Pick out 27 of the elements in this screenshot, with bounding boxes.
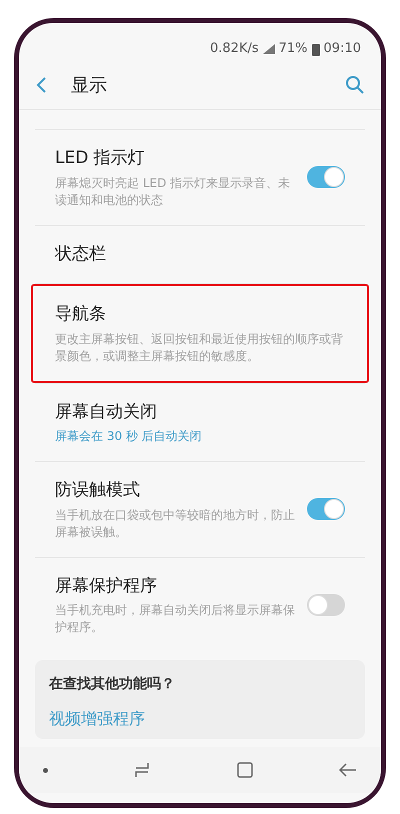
home-icon[interactable] [236,762,253,778]
setting-description: 屏幕会在 30 秒 后自动关闭 [55,428,203,445]
setting-description: 当手机放在口袋或包中等较暗的地方时，防止屏幕被误触。 [55,506,295,540]
suggestion-title: 在查找其他功能吗？ [49,675,176,694]
setting-title[interactable]: 防误触模式 [55,478,295,504]
toggle-switch[interactable] [307,594,345,616]
setting-description: 更改主屏幕按钮、返回按钮和最近使用按钮的顺序或背景颜色，或调整主屏幕按钮的敏感度。 [55,330,344,364]
setting-title[interactable]: 导航条 [55,302,345,328]
clock: 09:10 [324,40,361,58]
toggle-switch[interactable] [307,498,345,520]
battery-icon [312,42,320,56]
back-arrow-icon[interactable] [338,763,357,777]
setting-description: 屏幕熄灭时亮起 LED 指示灯来显示录音、未读通知和电池的状态 [55,174,292,208]
battery-percent: 71% [278,40,308,58]
dot-icon[interactable] [43,768,48,772]
setting-title[interactable]: LED 指示灯 [55,146,295,172]
recents-icon[interactable] [134,761,150,779]
setting-title[interactable]: 状态栏 [55,242,345,267]
network-speed: 0.82K/s [210,40,259,58]
toggle-switch[interactable] [307,166,345,188]
setting-description: 当手机充电时，屏幕自动关闭后将显示屏幕保护程序。 [55,602,295,636]
signal-icon [262,44,275,54]
page-title: 显示 [71,74,108,98]
setting-title[interactable]: 屏幕自动关闭 [55,400,345,425]
search-icon[interactable] [345,75,365,95]
setting-title[interactable]: 屏幕保护程序 [55,574,295,599]
back-icon[interactable] [35,76,47,94]
